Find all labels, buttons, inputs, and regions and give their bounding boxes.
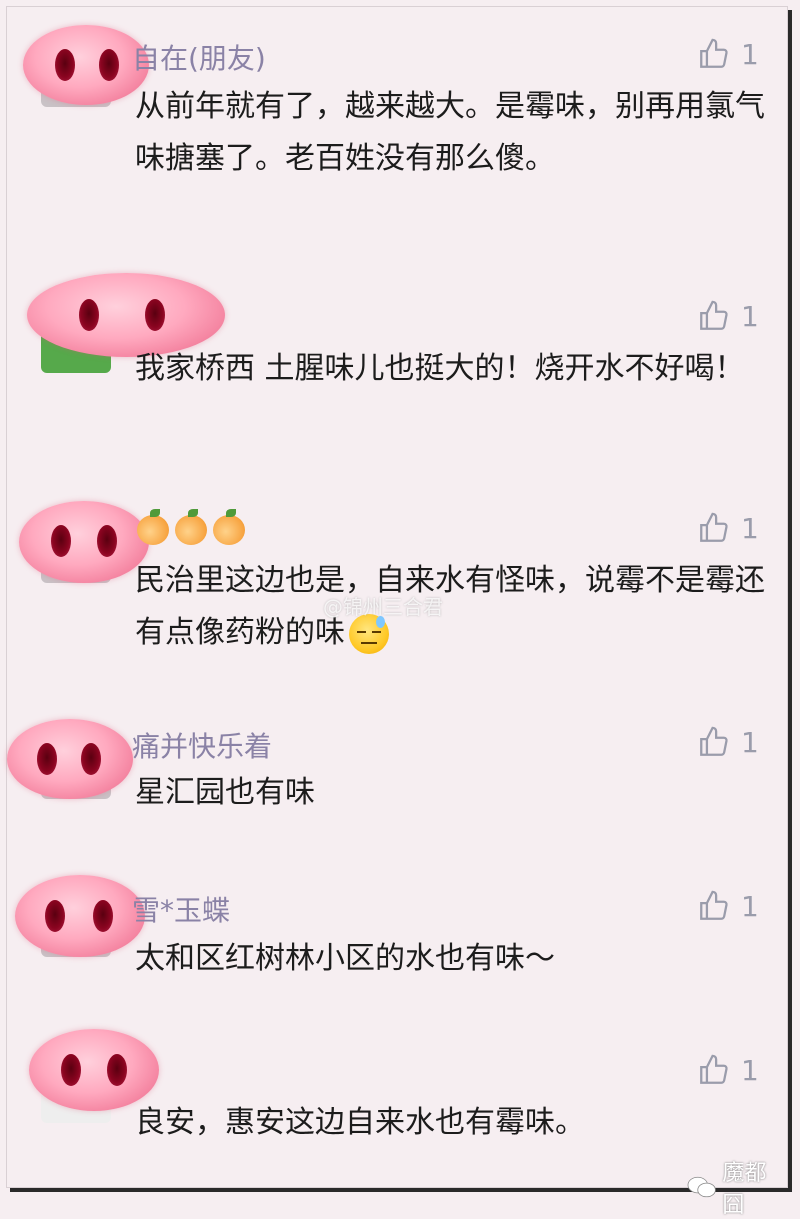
watermark: @锦州三合君: [323, 595, 443, 619]
commenter-name[interactable]: 痛并快乐着: [132, 725, 272, 765]
like-count: 1: [741, 725, 759, 759]
comment-text: 我家桥西 土腥味儿也挺大的！烧开水不好喝！: [135, 351, 745, 386]
peach-emoji: [213, 509, 245, 545]
commenter-name[interactable]: 雪*玉蝶: [132, 889, 230, 929]
commenter-name-emoji[interactable]: [137, 509, 245, 545]
thumbs-up-icon: [700, 38, 728, 68]
pig-nose-sticker: [15, 875, 145, 957]
source-logo: 魔都囧: [687, 1155, 787, 1219]
wechat-icon: [687, 1176, 716, 1198]
like-button[interactable]: 1: [697, 511, 759, 545]
thumbs-up-icon: [700, 890, 728, 920]
comment-text: 太和区红树林小区的水也有味～: [135, 941, 555, 976]
like-count: 1: [741, 889, 759, 923]
peach-emoji: [137, 509, 169, 545]
like-count: 1: [741, 299, 759, 333]
commenter-name[interactable]: 自在(朋友): [132, 37, 266, 77]
like-count: 1: [741, 1053, 759, 1087]
like-count: 1: [741, 37, 759, 71]
thumbs-up-icon: [700, 1054, 728, 1084]
comment-text: 星汇园也有味: [135, 775, 315, 810]
pig-nose-sticker: [23, 25, 149, 105]
comment-text: 民治里这边也是，自来水有怪味，说霉不是霉还有点像药粉的味: [135, 555, 765, 659]
thumbs-up-icon: [700, 300, 728, 330]
thumbs-up-icon: [700, 726, 728, 756]
pig-nose-sticker: [7, 719, 133, 799]
comment-text-body: 民治里这边也是，自来水有怪味，说霉不是霉还有点像药粉的味: [135, 563, 765, 650]
logo-text: 魔都囧: [722, 1161, 767, 1218]
peach-emoji: [175, 509, 207, 545]
thumbs-up-icon: [700, 512, 728, 542]
like-button[interactable]: 1: [697, 1053, 759, 1087]
comment-list: 自在(朋友) 1 从前年就有了，越来越大。是霉味，别再用氯气味搪塞了。老百姓没有…: [6, 6, 788, 1218]
comment-text: 良安，惠安这边自来水也有霉味。: [135, 1105, 585, 1140]
like-button[interactable]: 1: [697, 725, 759, 759]
like-button[interactable]: 1: [697, 299, 759, 333]
like-button[interactable]: 1: [697, 37, 759, 71]
like-count: 1: [741, 511, 759, 545]
like-button[interactable]: 1: [697, 889, 759, 923]
pig-nose-sticker: [19, 501, 149, 583]
comment-text: 从前年就有了，越来越大。是霉味，别再用氯气味搪塞了。老百姓没有那么傻。: [135, 89, 765, 176]
